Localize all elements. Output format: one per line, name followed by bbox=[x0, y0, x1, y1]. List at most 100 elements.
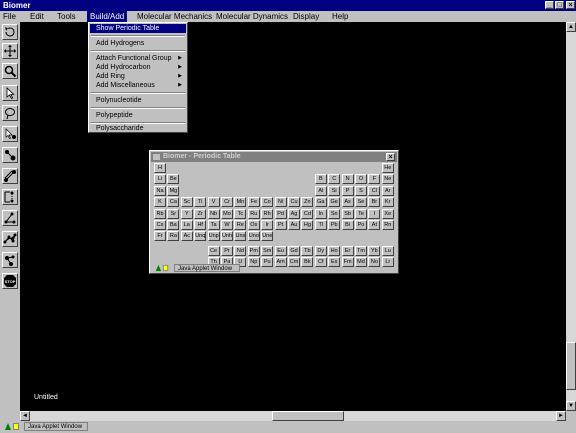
element-te-button[interactable]: Te bbox=[355, 208, 367, 219]
element-er-button[interactable]: Er bbox=[341, 245, 354, 256]
element-hg-button[interactable]: Hg bbox=[301, 220, 314, 230]
lasso-select-tool[interactable] bbox=[2, 105, 18, 121]
menu-help[interactable]: Help bbox=[329, 11, 351, 22]
element-in-button[interactable]: In bbox=[314, 208, 327, 219]
element-au-button[interactable]: Au bbox=[288, 220, 300, 230]
element-f-button[interactable]: F bbox=[368, 174, 381, 185]
element-tm-button[interactable]: Tm bbox=[355, 245, 367, 256]
polysaccharide-item[interactable]: Polysaccharide bbox=[90, 124, 186, 133]
element-p-button[interactable]: P bbox=[341, 185, 354, 196]
element-nb-button[interactable]: Nb bbox=[207, 208, 220, 219]
element-br-button[interactable]: Br bbox=[368, 197, 381, 208]
element-s-button[interactable]: S bbox=[355, 185, 367, 196]
element-ir-button[interactable]: Ir bbox=[261, 220, 274, 230]
rotate-tool[interactable] bbox=[2, 24, 18, 40]
element-v-button[interactable]: V bbox=[207, 197, 220, 208]
element-c-button[interactable]: C bbox=[328, 174, 341, 185]
element-be-button[interactable]: Be bbox=[167, 174, 180, 185]
polynucleotide-item[interactable]: Polynucleotide bbox=[90, 96, 186, 105]
select-atom-tool[interactable] bbox=[2, 126, 18, 142]
element-eu-button[interactable]: Eu bbox=[274, 245, 287, 256]
select-tool[interactable] bbox=[2, 85, 18, 101]
element-bi-button[interactable]: Bi bbox=[341, 220, 354, 230]
element-i-button[interactable]: I bbox=[368, 208, 381, 219]
element-se-button[interactable]: Se bbox=[355, 197, 367, 208]
element-n-button[interactable]: N bbox=[341, 174, 354, 185]
element-lu-button[interactable]: Lu bbox=[381, 245, 394, 256]
element-at-button[interactable]: At bbox=[368, 220, 381, 230]
add-hydrocarbon-item[interactable]: Add Hydrocarbon ▶ bbox=[90, 63, 186, 72]
element-ce-button[interactable]: Ce bbox=[207, 245, 220, 256]
element-tl-button[interactable]: Tl bbox=[314, 220, 327, 230]
polypeptide-item[interactable]: Polypeptide bbox=[90, 111, 186, 120]
element-po-button[interactable]: Po bbox=[355, 220, 367, 230]
element-cu-button[interactable]: Cu bbox=[288, 197, 300, 208]
element-rh-button[interactable]: Rh bbox=[261, 208, 274, 219]
element-ca-button[interactable]: Ca bbox=[167, 197, 180, 208]
add-miscellaneous-item[interactable]: Add Miscellaneous ▶ bbox=[90, 81, 186, 90]
scroll-up-button[interactable]: ▲ bbox=[566, 22, 576, 32]
element-ho-button[interactable]: Ho bbox=[328, 245, 341, 256]
menu-tools[interactable]: Tools bbox=[54, 11, 79, 22]
element-as-button[interactable]: As bbox=[341, 197, 354, 208]
element-rn-button[interactable]: Rn bbox=[381, 220, 394, 230]
molecule-tool[interactable] bbox=[2, 252, 18, 268]
element-une-button[interactable]: Une bbox=[261, 231, 274, 242]
element-nd-button[interactable]: Nd bbox=[234, 245, 247, 256]
element-fr-button[interactable]: Fr bbox=[154, 231, 166, 242]
horizontal-scrollbar[interactable]: ◄ ► bbox=[20, 411, 566, 421]
element-cs-button[interactable]: Cs bbox=[154, 220, 166, 230]
element-unp-button[interactable]: Unp bbox=[207, 231, 220, 242]
element-rb-button[interactable]: Rb bbox=[154, 208, 166, 219]
element-co-button[interactable]: Co bbox=[261, 197, 274, 208]
element-ag-button[interactable]: Ag bbox=[288, 208, 300, 219]
element-pr-button[interactable]: Pr bbox=[221, 245, 233, 256]
element-si-button[interactable]: Si bbox=[328, 185, 341, 196]
menu-build-add[interactable]: Build/Add bbox=[87, 11, 128, 22]
element-sn-button[interactable]: Sn bbox=[328, 208, 341, 219]
element-ga-button[interactable]: Ga bbox=[314, 197, 327, 208]
minimize-button[interactable]: _ bbox=[545, 1, 554, 9]
element-os-button[interactable]: Os bbox=[247, 220, 260, 230]
element-ti-button[interactable]: Ti bbox=[194, 197, 207, 208]
element-mg-button[interactable]: Mg bbox=[167, 185, 180, 196]
element-b-button[interactable]: B bbox=[314, 174, 327, 185]
vertical-scrollbar[interactable]: ▲ ▼ bbox=[566, 22, 576, 411]
element-sm-button[interactable]: Sm bbox=[261, 245, 274, 256]
measure-distance-tool[interactable] bbox=[2, 189, 18, 205]
element-na-button[interactable]: Na bbox=[154, 185, 166, 196]
attach-functional-group-item[interactable]: Attach Functional Group ▶ bbox=[90, 54, 186, 63]
element-cr-button[interactable]: Cr bbox=[221, 197, 233, 208]
element-pm-button[interactable]: Pm bbox=[247, 245, 260, 256]
edit-bond-tool[interactable] bbox=[2, 168, 18, 184]
element-unq-button[interactable]: Unq bbox=[194, 231, 207, 242]
menu-molecular-dynamics[interactable]: Molecular Dynamics bbox=[213, 11, 291, 22]
element-uno-button[interactable]: Uno bbox=[247, 231, 260, 242]
add-hydrogens-item[interactable]: Add Hydrogens bbox=[90, 39, 186, 48]
stop-tool[interactable]: STOP bbox=[2, 273, 18, 289]
scroll-down-button[interactable]: ▼ bbox=[566, 401, 576, 411]
element-ru-button[interactable]: Ru bbox=[247, 208, 260, 219]
element-k-button[interactable]: K bbox=[154, 197, 166, 208]
element-uns-button[interactable]: Uns bbox=[234, 231, 247, 242]
element-xe-button[interactable]: Xe bbox=[381, 208, 394, 219]
menu-file[interactable]: File bbox=[0, 11, 19, 22]
element-unh-button[interactable]: Unh bbox=[221, 231, 233, 242]
element-mn-button[interactable]: Mn bbox=[234, 197, 247, 208]
element-fe-button[interactable]: Fe bbox=[247, 197, 260, 208]
element-ar-button[interactable]: Ar bbox=[381, 185, 394, 196]
element-o-button[interactable]: O bbox=[355, 174, 367, 185]
element-ba-button[interactable]: Ba bbox=[167, 220, 180, 230]
element-sc-button[interactable]: Sc bbox=[180, 197, 193, 208]
menu-molecular-mechanics[interactable]: Molecular Mechanics bbox=[134, 11, 215, 22]
menu-edit[interactable]: Edit bbox=[27, 11, 47, 22]
move-tool[interactable] bbox=[2, 43, 18, 59]
element-pb-button[interactable]: Pb bbox=[328, 220, 341, 230]
measure-angle-tool[interactable] bbox=[2, 210, 18, 226]
element-ac-button[interactable]: Ac bbox=[180, 231, 193, 242]
scroll-left-button[interactable]: ◄ bbox=[20, 411, 30, 421]
scroll-right-button[interactable]: ► bbox=[556, 411, 566, 421]
element-he-button[interactable]: He bbox=[381, 163, 394, 173]
zoom-tool[interactable] bbox=[2, 63, 18, 79]
element-cl-button[interactable]: Cl bbox=[368, 185, 381, 196]
